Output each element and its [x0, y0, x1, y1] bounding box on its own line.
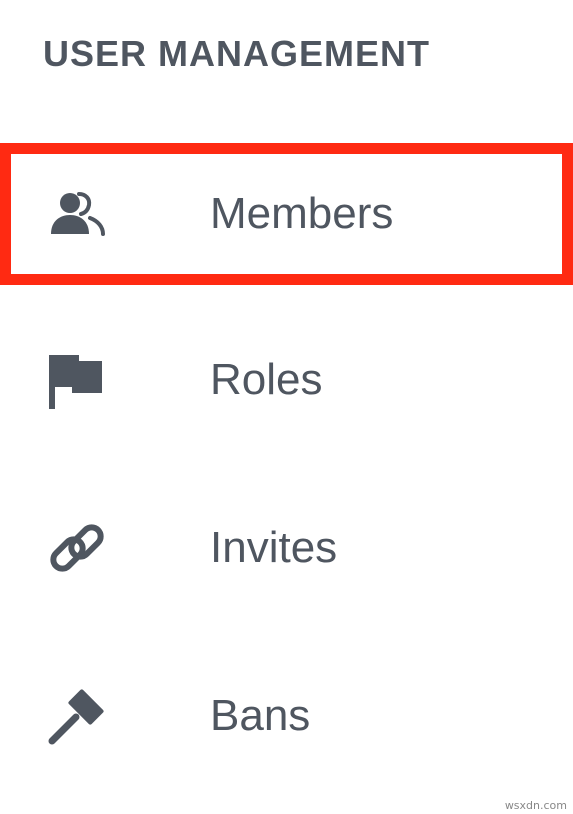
menu-item-members[interactable]: Members	[0, 143, 573, 285]
flag-icon	[46, 349, 108, 411]
menu-item-label: Roles	[210, 355, 323, 404]
menu-item-label: Invites	[210, 523, 338, 572]
members-icon	[46, 183, 108, 245]
menu-item-label: Bans	[210, 691, 311, 740]
menu-item-roles[interactable]: Roles	[0, 310, 573, 450]
section-title: USER MANAGEMENT	[43, 33, 431, 74]
watermark: wsxdn.com	[504, 799, 567, 812]
menu-item-label: Members	[210, 189, 394, 238]
menu-item-bans[interactable]: Bans	[0, 646, 573, 786]
menu-item-invites[interactable]: Invites	[0, 478, 573, 618]
link-icon	[46, 517, 108, 579]
hammer-icon	[46, 685, 108, 747]
